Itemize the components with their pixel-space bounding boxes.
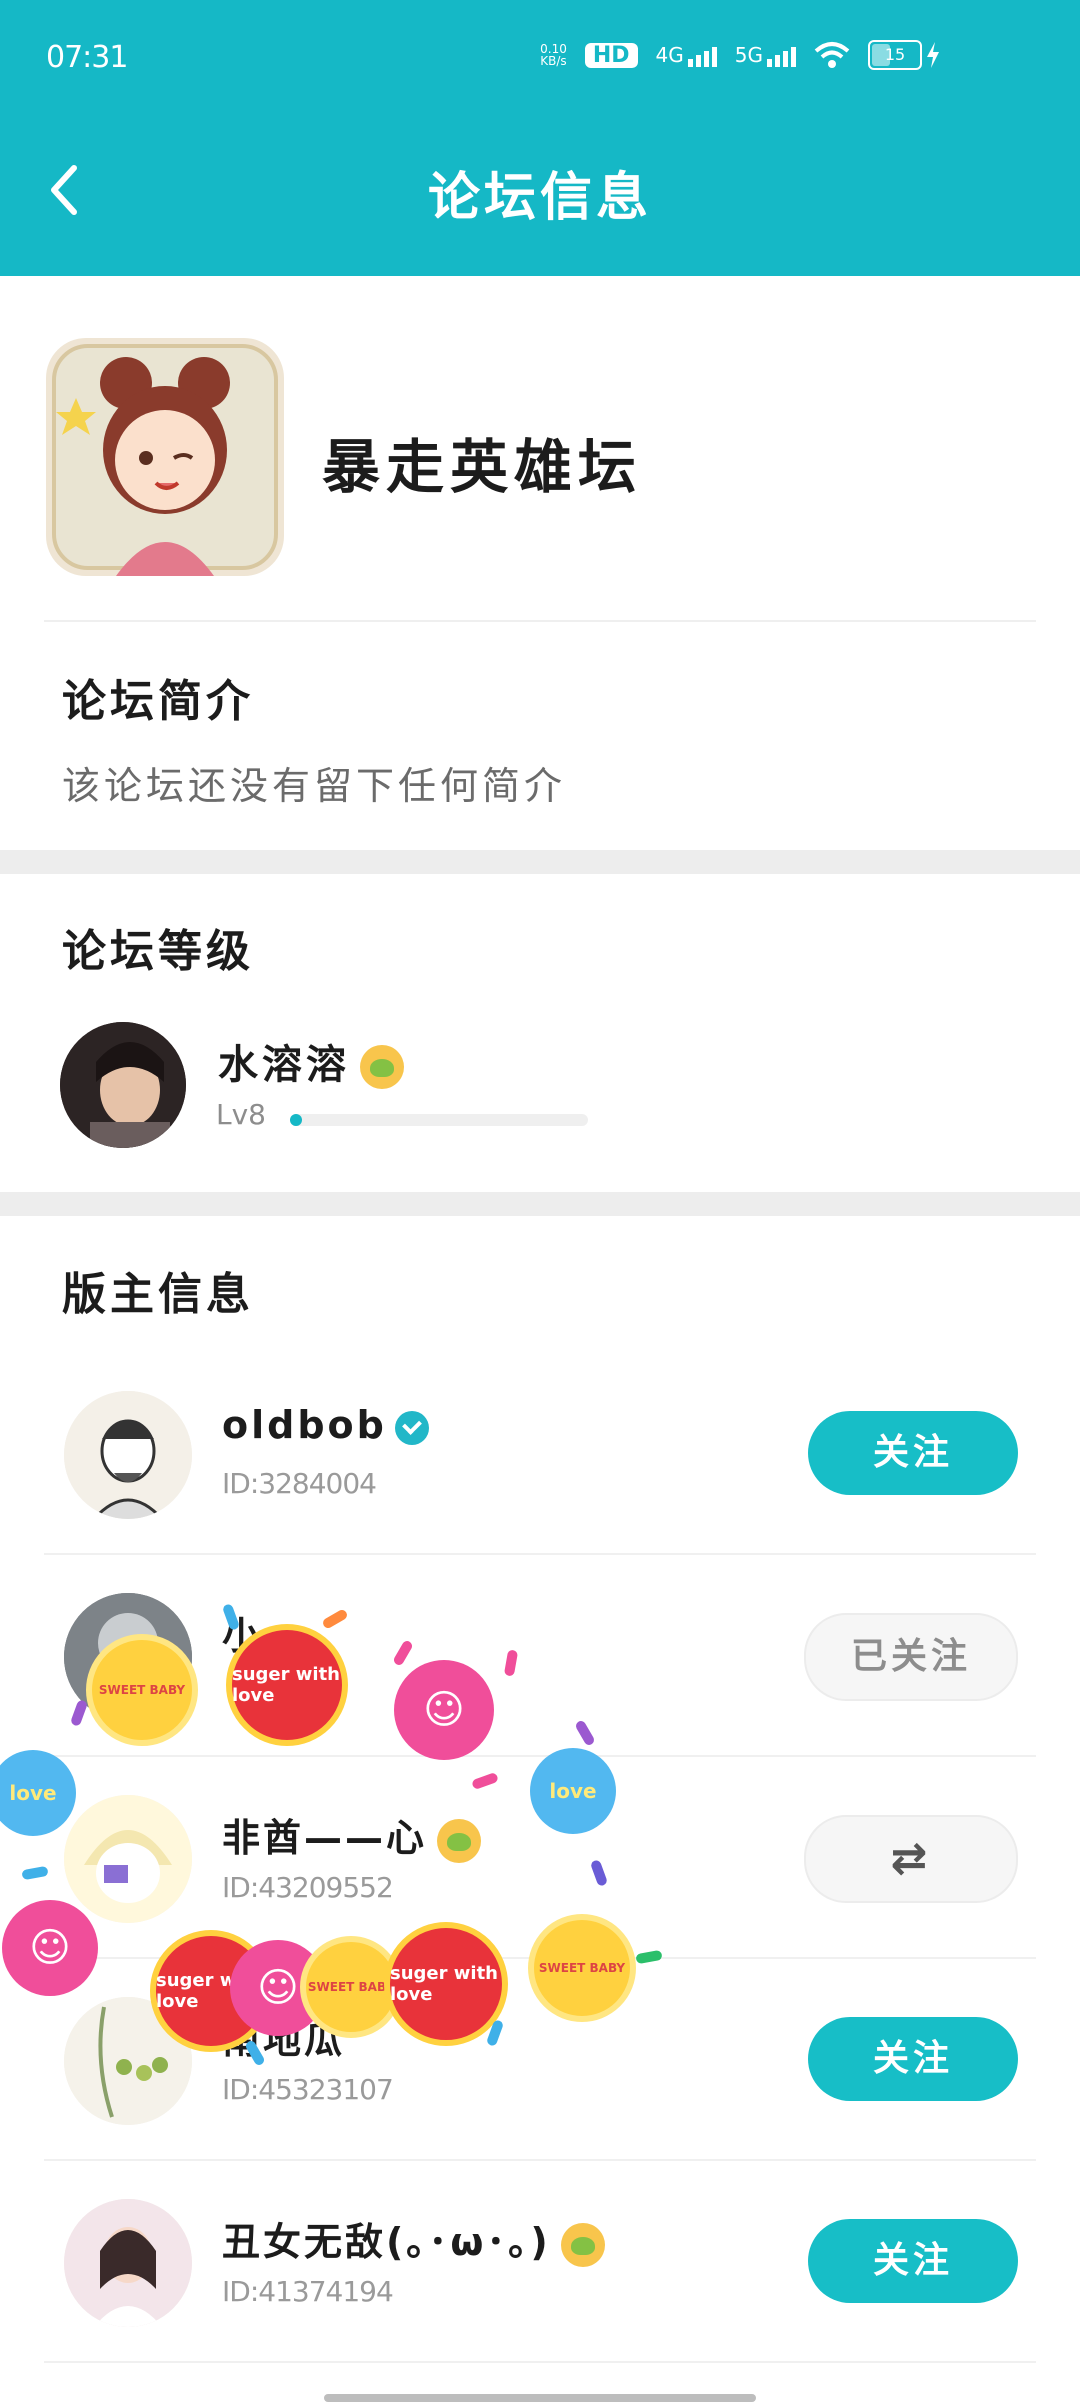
status-time: 07:31 bbox=[46, 40, 128, 75]
status-icons: 0.10 KB/s HD 4G 5G 15 bbox=[540, 40, 940, 70]
forum-avatar bbox=[46, 338, 284, 576]
level-user-name: 水溶溶 bbox=[218, 1032, 404, 1090]
follow-button[interactable]: 关注 bbox=[808, 1411, 1018, 1495]
battery-icon: 15 bbox=[868, 40, 940, 70]
intro-heading: 论坛简介 bbox=[62, 676, 254, 727]
moderator-id: ID:3284004 bbox=[222, 1467, 377, 1500]
user-badge-icon bbox=[437, 1818, 482, 1863]
level-progress-bar bbox=[290, 1114, 588, 1126]
charging-icon bbox=[927, 42, 939, 68]
intro-text: 该论坛还没有留下任何简介 bbox=[62, 764, 567, 808]
wifi-icon bbox=[814, 42, 850, 68]
section-gap bbox=[0, 850, 1080, 874]
home-indicator[interactable] bbox=[324, 2394, 756, 2402]
network-speed: 0.10 KB/s bbox=[540, 42, 567, 68]
smiley-heart-sticker: ☺ bbox=[394, 1660, 494, 1760]
avatar bbox=[64, 1795, 192, 1923]
level-user-avatar[interactable] bbox=[60, 1022, 186, 1148]
signal-4g-icon: 4G bbox=[656, 43, 717, 67]
verified-icon bbox=[394, 1410, 429, 1445]
section-gap bbox=[0, 1192, 1080, 1216]
list-item[interactable]: 丑女无敌(｡･ω･｡) ID:41374194 关注 bbox=[0, 2163, 1080, 2363]
moderator-id: ID:43209552 bbox=[222, 1871, 394, 1904]
divider bbox=[44, 620, 1036, 622]
sweet-baby-sticker: SWEET BABY bbox=[528, 1914, 636, 2022]
list-item[interactable]: oldbob ID:3284004 关注 bbox=[0, 1355, 1080, 1555]
user-badge-icon bbox=[560, 2222, 605, 2267]
moderator-id: ID:45323107 bbox=[222, 2073, 394, 2106]
hd-indicator: HD bbox=[584, 42, 638, 68]
moderator-id: ID:41374194 bbox=[222, 2275, 394, 2308]
moderators-heading: 版主信息 bbox=[62, 1269, 254, 1320]
page-title: 论坛信息 bbox=[427, 168, 652, 228]
moderator-name: 丑女无敌(｡･ω･｡) bbox=[222, 2211, 605, 2267]
suger-with-love-sticker: suger with love bbox=[226, 1624, 348, 1746]
user-badge-icon bbox=[360, 1045, 404, 1089]
suger-with-love-sticker: suger with love bbox=[384, 1922, 508, 2046]
level-label: Lv8 bbox=[216, 1098, 266, 1131]
love-heart-sticker: love bbox=[530, 1748, 616, 1834]
moderator-name: oldbob bbox=[222, 1403, 429, 1447]
mutual-follow-button[interactable]: ⇄ bbox=[804, 1815, 1018, 1903]
divider bbox=[44, 1553, 1036, 1555]
level-progress-fill bbox=[290, 1114, 302, 1126]
sweet-baby-sticker: SWEET BABY bbox=[86, 1634, 198, 1746]
moderator-name: 非酋——心 bbox=[222, 1807, 482, 1863]
signal-5g-icon: 5G bbox=[735, 43, 796, 67]
follow-button[interactable]: 关注 bbox=[808, 2017, 1018, 2101]
level-heading: 论坛等级 bbox=[62, 926, 254, 977]
followed-button[interactable]: 已关注 bbox=[804, 1613, 1018, 1701]
avatar bbox=[64, 1391, 192, 1519]
divider bbox=[44, 2361, 1036, 2363]
forum-name: 暴走英雄坛 bbox=[322, 433, 643, 501]
avatar bbox=[64, 2199, 192, 2327]
smiley-heart-sticker: ☺ bbox=[2, 1900, 98, 1996]
divider bbox=[44, 1755, 1036, 1757]
divider bbox=[44, 2159, 1036, 2161]
follow-button[interactable]: 关注 bbox=[808, 2219, 1018, 2303]
app-header: 07:31 0.10 KB/s HD 4G 5G 15 论坛信息 bbox=[0, 0, 1080, 276]
